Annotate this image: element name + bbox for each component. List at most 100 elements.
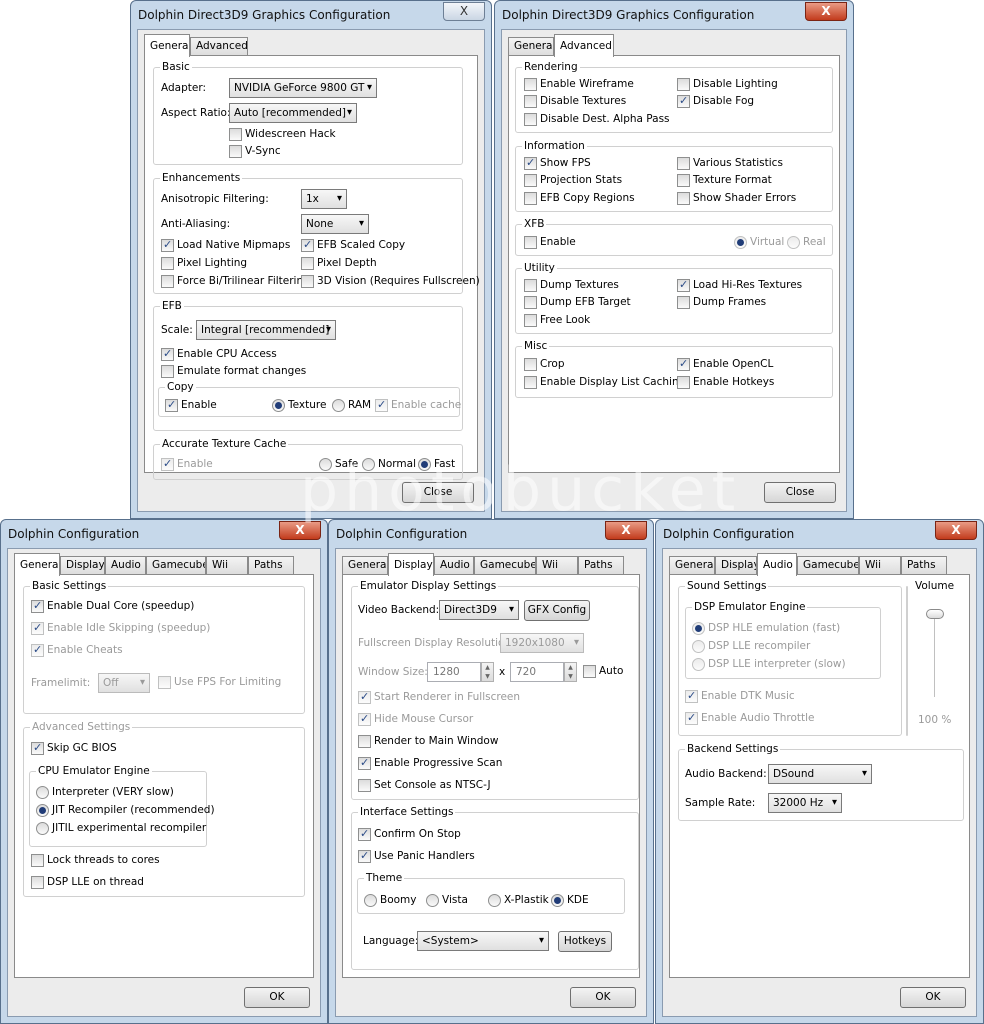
volume-slider-track[interactable]: [934, 609, 936, 697]
pixel-depth-checkbox[interactable]: Pixel Depth: [301, 257, 377, 270]
auto-size-checkbox[interactable]: Auto: [583, 665, 623, 678]
anisotropic-dropdown[interactable]: 1x: [301, 189, 347, 209]
tab-paths[interactable]: Paths: [248, 556, 294, 575]
sample-rate-dropdown[interactable]: 32000 Hz: [768, 793, 842, 813]
start-fullscreen-checkbox[interactable]: Start Renderer in Fullscreen: [358, 690, 520, 704]
dual-core-checkbox[interactable]: Enable Dual Core (speedup): [31, 599, 194, 613]
display-list-caching-checkbox[interactable]: Enable Display List Caching: [524, 376, 685, 389]
title-bar[interactable]: Dolphin Configuration X: [1, 520, 327, 548]
disable-alpha-pass-checkbox[interactable]: Disable Dest. Alpha Pass: [524, 113, 670, 126]
efb-scale-dropdown[interactable]: Integral [recommended]: [196, 320, 336, 340]
anti-aliasing-dropdown[interactable]: None: [301, 214, 369, 234]
texture-format-checkbox[interactable]: Texture Format: [677, 174, 772, 187]
title-bar[interactable]: Dolphin Configuration X: [329, 520, 653, 548]
framelimit-dropdown[interactable]: Off: [98, 673, 150, 693]
tab-paths[interactable]: Paths: [578, 556, 624, 575]
cheats-checkbox[interactable]: Enable Cheats: [31, 643, 123, 657]
atc-fast-radio[interactable]: Fast: [418, 458, 455, 471]
progressive-scan-checkbox[interactable]: Enable Progressive Scan: [358, 756, 502, 770]
disable-fog-checkbox[interactable]: Disable Fog: [677, 94, 754, 108]
wireframe-checkbox[interactable]: Enable Wireframe: [524, 78, 634, 91]
hotkeys-button[interactable]: Hotkeys: [558, 931, 612, 952]
dsp-lle-interpreter-radio[interactable]: DSP LLE interpreter (slow): [692, 658, 846, 671]
dsp-hle-radio[interactable]: DSP HLE emulation (fast): [692, 622, 840, 635]
tab-audio[interactable]: Audio: [434, 556, 474, 575]
tab-advanced[interactable]: Advanced: [554, 34, 614, 57]
tab-general[interactable]: General: [14, 553, 60, 576]
tab-audio[interactable]: Audio: [105, 556, 146, 575]
copy-cache-checkbox[interactable]: Enable cache: [375, 398, 461, 412]
window-close-button[interactable]: X: [805, 2, 847, 21]
theme-xplastik-radio[interactable]: X-Plastik: [488, 894, 549, 907]
atc-normal-radio[interactable]: Normal: [362, 458, 416, 471]
title-bar[interactable]: Dolphin Direct3D9 Graphics Configuration…: [131, 1, 491, 29]
tab-paths[interactable]: Paths: [901, 556, 947, 575]
ok-button[interactable]: OK: [900, 987, 966, 1008]
tab-general[interactable]: General: [508, 37, 554, 56]
tab-wii[interactable]: Wii: [206, 556, 248, 575]
tab-wii[interactable]: Wii: [536, 556, 578, 575]
gfx-config-button[interactable]: GFX Config: [524, 600, 590, 621]
idle-skipping-checkbox[interactable]: Enable Idle Skipping (speedup): [31, 621, 210, 635]
tab-display[interactable]: Display: [60, 556, 105, 575]
height-spin-arrows[interactable]: ▲ ▼: [564, 662, 577, 682]
window-width-field[interactable]: 1280: [427, 662, 481, 682]
video-backend-dropdown[interactable]: Direct3D9: [439, 600, 519, 620]
atc-safe-radio[interactable]: Safe: [319, 458, 358, 471]
window-close-button[interactable]: X: [605, 521, 647, 540]
tab-display[interactable]: Display: [388, 553, 434, 576]
tab-advanced[interactable]: Advanced: [190, 37, 248, 56]
close-button[interactable]: Close: [402, 482, 474, 503]
volume-slider-thumb[interactable]: [926, 609, 944, 619]
dump-textures-checkbox[interactable]: Dump Textures: [524, 279, 619, 292]
window-close-button[interactable]: X: [443, 2, 485, 21]
confirm-stop-checkbox[interactable]: Confirm On Stop: [358, 827, 461, 841]
title-bar[interactable]: Dolphin Configuration X: [656, 520, 983, 548]
cpu-access-checkbox[interactable]: Enable CPU Access: [161, 347, 277, 361]
jit-recompiler-radio[interactable]: JIT Recompiler (recommended): [36, 804, 215, 817]
title-bar[interactable]: Dolphin Direct3D9 Graphics Configuration…: [495, 1, 853, 29]
ntsc-j-checkbox[interactable]: Set Console as NTSC-J: [358, 779, 491, 792]
crop-checkbox[interactable]: Crop: [524, 358, 565, 371]
copy-ram-radio[interactable]: RAM: [332, 399, 371, 412]
tab-display[interactable]: Display: [715, 556, 757, 575]
widescreen-hack-checkbox[interactable]: Widescreen Hack: [229, 128, 336, 141]
hires-textures-checkbox[interactable]: Load Hi-Res Textures: [677, 278, 802, 292]
tab-audio[interactable]: Audio: [757, 553, 797, 576]
jitil-recompiler-radio[interactable]: JITIL experimental recompiler: [36, 822, 206, 835]
xfb-enable-checkbox[interactable]: Enable: [524, 236, 576, 249]
tab-general[interactable]: General: [144, 34, 190, 57]
tab-gamecube[interactable]: Gamecube: [146, 556, 206, 575]
dsp-lle-recompiler-radio[interactable]: DSP LLE recompiler: [692, 640, 810, 653]
skip-gc-bios-checkbox[interactable]: Skip GC BIOS: [31, 741, 117, 755]
atc-enable-checkbox[interactable]: Enable: [161, 457, 213, 471]
force-filtering-checkbox[interactable]: Force Bi/Trilinear Filtering: [161, 275, 310, 288]
xfb-real-radio[interactable]: Real: [787, 236, 826, 249]
theme-vista-radio[interactable]: Vista: [426, 894, 468, 907]
tab-wii[interactable]: Wii: [859, 556, 901, 575]
tab-gamecube[interactable]: Gamecube: [474, 556, 536, 575]
dump-frames-checkbox[interactable]: Dump Frames: [677, 296, 766, 309]
dsp-lle-thread-checkbox[interactable]: DSP LLE on thread: [31, 876, 144, 889]
opencl-checkbox[interactable]: Enable OpenCL: [677, 357, 773, 371]
window-close-button[interactable]: X: [935, 521, 977, 540]
panic-handlers-checkbox[interactable]: Use Panic Handlers: [358, 849, 475, 863]
projection-stats-checkbox[interactable]: Projection Stats: [524, 174, 622, 187]
xfb-virtual-radio[interactable]: Virtual: [734, 236, 784, 249]
tab-gamecube[interactable]: Gamecube: [797, 556, 859, 575]
copy-enable-checkbox[interactable]: Enable: [165, 398, 217, 412]
dtk-music-checkbox[interactable]: Enable DTK Music: [685, 689, 795, 703]
tab-general[interactable]: General: [669, 556, 715, 575]
dump-efb-checkbox[interactable]: Dump EFB Target: [524, 296, 631, 309]
efb-scaled-copy-checkbox[interactable]: EFB Scaled Copy: [301, 238, 405, 252]
emulate-format-checkbox[interactable]: Emulate format changes: [161, 365, 306, 378]
pixel-lighting-checkbox[interactable]: Pixel Lighting: [161, 257, 247, 270]
window-close-button[interactable]: X: [279, 521, 321, 540]
close-button[interactable]: Close: [764, 482, 836, 503]
lock-threads-checkbox[interactable]: Lock threads to cores: [31, 854, 160, 867]
theme-boomy-radio[interactable]: Boomy: [364, 894, 417, 907]
theme-kde-radio[interactable]: KDE: [551, 894, 589, 907]
audio-backend-dropdown[interactable]: DSound: [768, 764, 872, 784]
various-stats-checkbox[interactable]: Various Statistics: [677, 157, 783, 170]
ok-button[interactable]: OK: [570, 987, 636, 1008]
